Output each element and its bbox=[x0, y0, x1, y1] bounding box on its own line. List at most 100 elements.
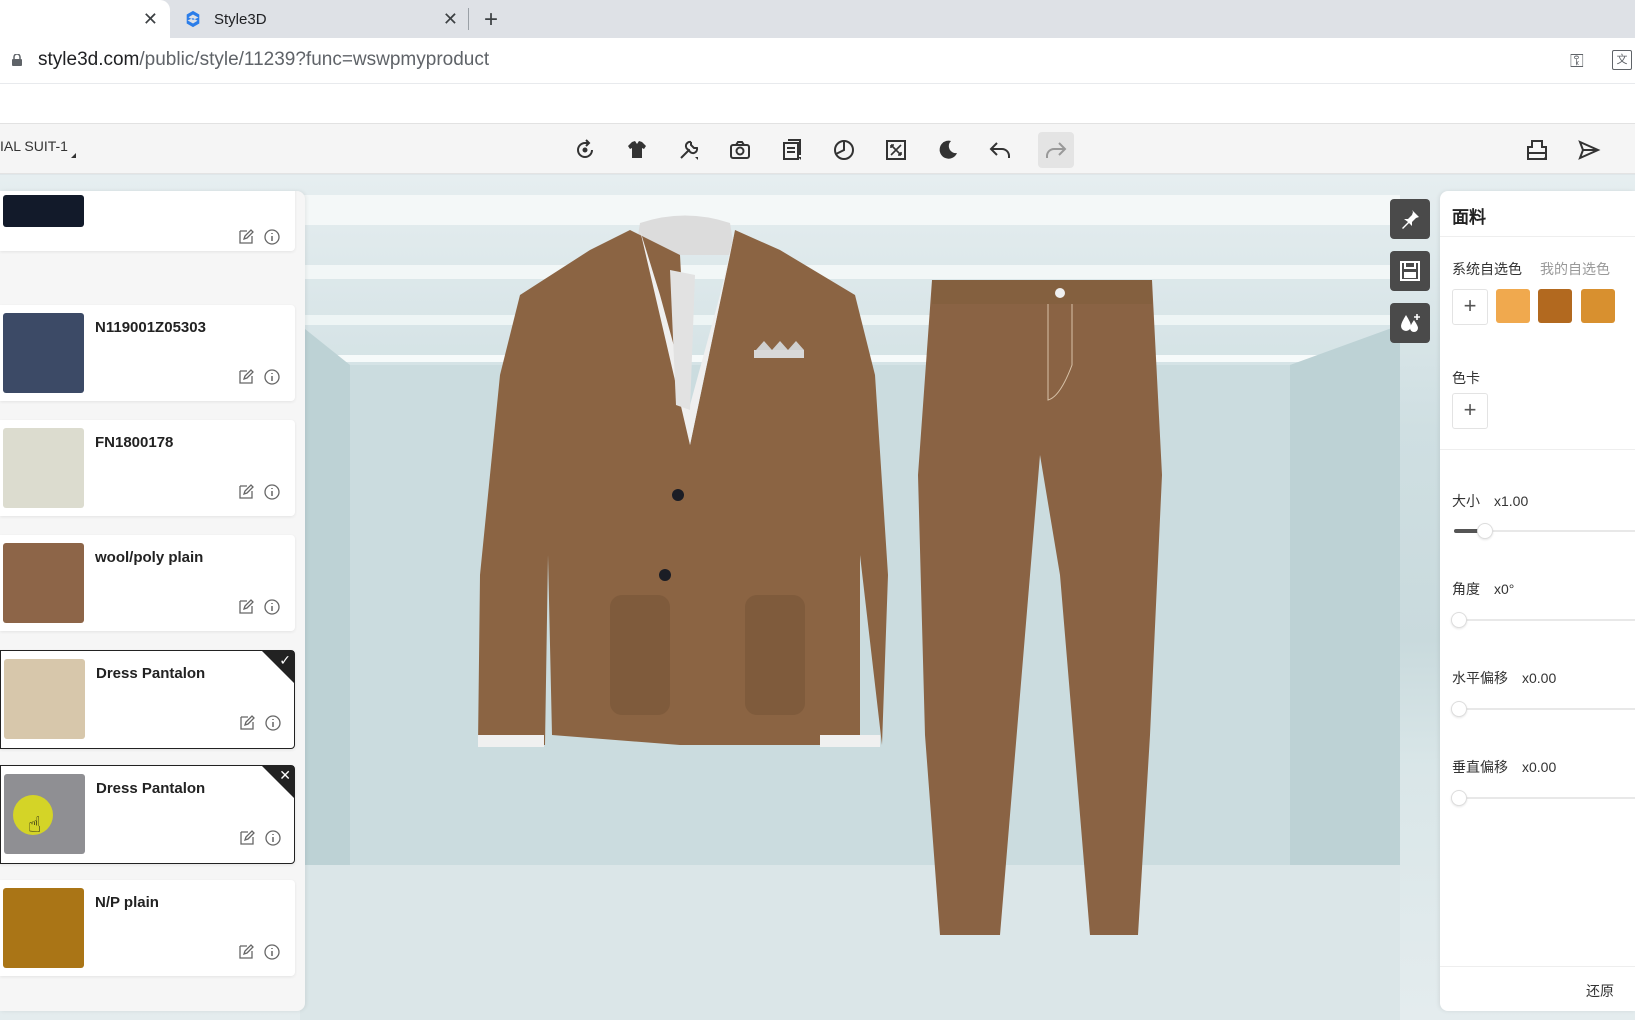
info-icon[interactable] bbox=[264, 944, 280, 960]
night-mode-button[interactable] bbox=[930, 132, 966, 168]
send-button[interactable] bbox=[1571, 132, 1607, 168]
slider-knob[interactable] bbox=[1451, 612, 1468, 628]
info-icon[interactable] bbox=[265, 830, 281, 846]
undo-button[interactable] bbox=[982, 132, 1018, 168]
floppy-icon bbox=[1400, 261, 1420, 281]
fabric-name: FN1800178 bbox=[95, 434, 174, 451]
v-offset-label-text: 垂直偏移 bbox=[1452, 759, 1508, 775]
rotate-view-button[interactable] bbox=[567, 132, 603, 168]
browser-tab-active[interactable]: ✕ bbox=[0, 0, 170, 38]
info-icon[interactable] bbox=[264, 369, 280, 385]
corner-triangle-icon bbox=[70, 153, 76, 158]
fabric-swatch bbox=[3, 543, 84, 623]
color-swatch[interactable] bbox=[1538, 289, 1572, 323]
remove-icon[interactable]: ✕ bbox=[279, 767, 291, 784]
angle-label-text: 角度 bbox=[1452, 581, 1480, 597]
tab-separator bbox=[468, 8, 469, 30]
panel-title: 面料 bbox=[1452, 208, 1486, 227]
edit-icon[interactable] bbox=[238, 944, 254, 960]
info-icon[interactable] bbox=[264, 229, 280, 245]
slider-knob[interactable] bbox=[1476, 523, 1493, 539]
v-offset-slider[interactable] bbox=[1451, 790, 1635, 806]
tab-my-colors[interactable]: 我的自选色 bbox=[1540, 259, 1610, 279]
url-field[interactable]: style3d.com/public/style/11239?func=wswp… bbox=[38, 49, 489, 71]
fabric-name: Dress Pantalon bbox=[96, 665, 206, 682]
pin-icon bbox=[1402, 210, 1419, 229]
key-icon[interactable]: ⚿ bbox=[1570, 51, 1584, 72]
slider-knob[interactable] bbox=[1451, 790, 1468, 806]
slider-knob[interactable] bbox=[1451, 701, 1468, 717]
v-offset-label: 垂直偏移 x0.00 bbox=[1452, 757, 1556, 777]
info-icon[interactable] bbox=[265, 715, 281, 731]
app-toolbar: IAL SUIT-1 bbox=[0, 124, 1635, 174]
edit-icon[interactable] bbox=[239, 830, 255, 846]
drops-icon bbox=[1401, 314, 1420, 332]
tools-icon bbox=[680, 140, 699, 160]
v-offset-value: x0.00 bbox=[1522, 759, 1557, 775]
address-bar: style3d.com/public/style/11239?func=wswp… bbox=[0, 38, 1635, 84]
fabric-swatch bbox=[3, 428, 84, 508]
h-offset-slider[interactable] bbox=[1451, 701, 1635, 717]
pie-chart-icon bbox=[834, 140, 854, 160]
size-label: 大小 x1.00 bbox=[1452, 491, 1528, 511]
add-color-card-button[interactable]: + bbox=[1452, 393, 1488, 429]
pie-chart-button[interactable] bbox=[826, 132, 862, 168]
size-slider[interactable] bbox=[1454, 523, 1635, 539]
style-name[interactable]: IAL SUIT-1 bbox=[0, 138, 76, 158]
fullscreen-button[interactable] bbox=[878, 132, 914, 168]
edit-icon[interactable] bbox=[239, 715, 255, 731]
size-value: x1.00 bbox=[1494, 493, 1529, 509]
h-offset-label-text: 水平偏移 bbox=[1452, 670, 1508, 686]
save-style-button[interactable] bbox=[1519, 132, 1555, 168]
suit-jacket bbox=[478, 215, 888, 747]
new-tab-button[interactable]: + bbox=[484, 6, 498, 34]
lock-icon[interactable] bbox=[12, 54, 22, 66]
browser-tab-style3d[interactable]: Style3D ✕ bbox=[170, 0, 470, 38]
size-label-text: 大小 bbox=[1452, 493, 1480, 509]
browser-tab-bar: ✕ Style3D ✕ + bbox=[0, 0, 1635, 38]
edit-icon[interactable] bbox=[238, 599, 254, 615]
camera-button[interactable] bbox=[722, 132, 758, 168]
edit-icon[interactable] bbox=[238, 229, 254, 245]
tools-button[interactable] bbox=[671, 132, 707, 168]
camera-icon bbox=[730, 141, 750, 159]
angle-slider[interactable] bbox=[1451, 612, 1635, 628]
info-icon[interactable] bbox=[264, 599, 280, 615]
fabric-card[interactable] bbox=[0, 191, 295, 251]
fabric-swatch bbox=[4, 659, 85, 739]
tab-system-colors[interactable]: 系统自选色 bbox=[1452, 259, 1522, 279]
fabric-card[interactable]: N/P plain bbox=[0, 880, 295, 976]
fabric-properties-panel: 面料 系统自选色 我的自选色 + 色卡 + 大小 x1.00 角度 x0° 水平偏移… bbox=[1440, 191, 1635, 1011]
add-color-button[interactable]: + bbox=[1452, 289, 1488, 325]
color-drop-button[interactable] bbox=[1390, 303, 1430, 343]
pages-button[interactable] bbox=[774, 132, 810, 168]
divider bbox=[1440, 236, 1635, 237]
url-domain: style3d.com bbox=[38, 49, 140, 70]
color-swatch[interactable] bbox=[1496, 289, 1530, 323]
fabric-name: N/P plain bbox=[95, 894, 159, 911]
style3d-logo-icon bbox=[186, 10, 200, 28]
fabric-card[interactable]: wool/poly plain bbox=[0, 535, 295, 631]
translate-icon[interactable]: 文 bbox=[1612, 50, 1632, 70]
color-swatch[interactable] bbox=[1581, 289, 1615, 323]
restore-button[interactable]: 还原 bbox=[1586, 981, 1614, 1001]
redo-button[interactable] bbox=[1038, 132, 1074, 168]
style-name-label: IAL SUIT-1 bbox=[0, 138, 68, 154]
edit-icon[interactable] bbox=[238, 369, 254, 385]
save-icon bbox=[1527, 140, 1547, 160]
edit-icon[interactable] bbox=[238, 484, 254, 500]
pin-button[interactable] bbox=[1390, 199, 1430, 239]
undo-icon bbox=[989, 142, 1010, 158]
fabric-card[interactable]: N119001Z05303 bbox=[0, 305, 295, 401]
info-icon[interactable] bbox=[264, 484, 280, 500]
close-tab-icon[interactable]: ✕ bbox=[443, 9, 458, 30]
fabric-swatch bbox=[3, 888, 84, 968]
save-view-button[interactable] bbox=[1390, 251, 1430, 291]
garment-button[interactable] bbox=[619, 132, 655, 168]
fabric-card-selected[interactable]: Dress Pantalon ✓ bbox=[0, 650, 295, 749]
fabric-card[interactable]: FN1800178 bbox=[0, 420, 295, 516]
close-tab-icon[interactable]: ✕ bbox=[143, 9, 158, 30]
tab-title: Style3D bbox=[214, 10, 267, 28]
url-path: /public/style/11239?func=wswpmyproduct bbox=[139, 49, 490, 70]
fabric-name: wool/poly plain bbox=[95, 549, 204, 566]
